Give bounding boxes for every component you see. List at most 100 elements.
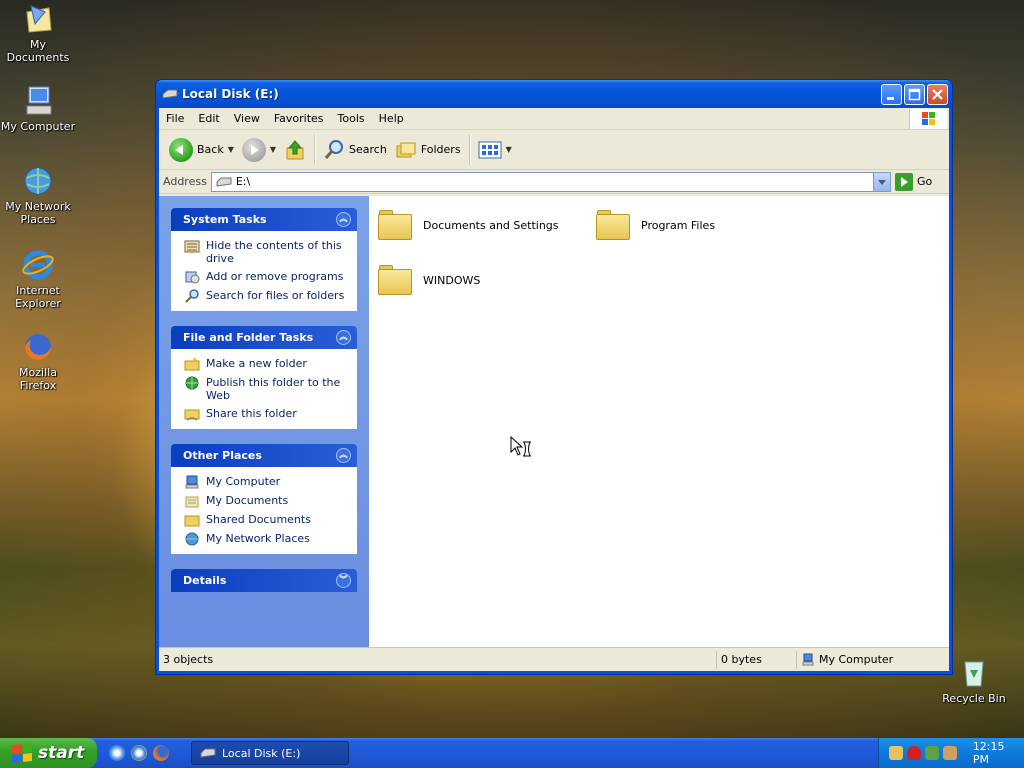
panel-header[interactable]: File and Folder Tasks ︽	[171, 326, 357, 349]
internet-explorer-icon[interactable]	[131, 745, 147, 761]
folder-icon	[377, 263, 415, 297]
collapse-icon[interactable]: ︽	[336, 212, 351, 227]
back-arrow-icon	[169, 137, 193, 162]
desktop-icon-label: My Documents	[6, 38, 70, 64]
task-label: Make a new folder	[206, 357, 307, 370]
address-input[interactable]: E:\	[210, 171, 891, 192]
my-computer-icon	[802, 653, 814, 665]
menu-file[interactable]: File	[159, 112, 191, 125]
start-label: start	[38, 743, 85, 763]
back-button[interactable]: Back ▼	[165, 135, 238, 165]
chevron-down-icon[interactable]: ▼	[506, 145, 512, 154]
task-label: Shared Documents	[206, 513, 311, 526]
folder-item[interactable]: WINDOWS	[377, 263, 480, 297]
toolbar-separator	[314, 134, 316, 165]
menu-help[interactable]: Help	[372, 112, 411, 125]
address-bar: Address E:\ Go	[159, 170, 949, 194]
task-add-remove-programs[interactable]: Add or remove programs	[184, 270, 348, 284]
status-size: 0 bytes	[717, 650, 797, 669]
chevron-down-icon[interactable]: ▼	[270, 145, 276, 154]
desktop-icon-my-computer[interactable]: My Computer	[0, 84, 76, 133]
minimize-icon	[887, 96, 894, 100]
go-button[interactable]: Go	[895, 172, 945, 191]
panel-system-tasks: System Tasks ︽ Hide the contents of this…	[171, 208, 357, 311]
task-label: My Computer	[206, 475, 281, 488]
task-share-folder[interactable]: Share this folder	[184, 407, 348, 421]
system-tray: 12:15 PM	[878, 738, 1024, 768]
menu-favorites[interactable]: Favorites	[267, 112, 331, 125]
desktop-icon-internet-explorer[interactable]: Internet Explorer	[0, 248, 76, 310]
explorer-window: Local Disk (E:) File Edit View Favorites…	[155, 79, 953, 675]
menu-edit[interactable]: Edit	[191, 112, 226, 125]
quick-launch	[109, 745, 169, 761]
file-list[interactable]: Documents and Settings Program Files WIN…	[369, 196, 949, 647]
start-button[interactable]: start	[0, 738, 97, 768]
panel-header[interactable]: System Tasks ︽	[171, 208, 357, 231]
panel-file-folder-tasks: File and Folder Tasks ︽ Make a new folde…	[171, 326, 357, 429]
minimize-button[interactable]	[881, 83, 902, 105]
collapse-icon[interactable]: ︽	[336, 448, 351, 463]
place-my-network-places[interactable]: My Network Places	[184, 532, 348, 546]
address-label: Address	[163, 175, 207, 188]
network-places-icon	[185, 532, 199, 546]
expand-icon[interactable]: ︾	[336, 573, 351, 588]
desktop-icon-network-places[interactable]: My Network Places	[0, 164, 76, 226]
task-label: Publish this folder to the Web	[206, 376, 341, 402]
search-icon	[185, 289, 199, 303]
desktop-icon-my-documents[interactable]: My Documents	[0, 2, 76, 64]
desktop-icon-firefox[interactable]: Mozilla Firefox	[0, 330, 76, 392]
collapse-icon[interactable]: ︽	[336, 330, 351, 345]
forward-button[interactable]: ▼	[238, 135, 280, 165]
folder-name: Program Files	[641, 218, 716, 232]
task-publish-web[interactable]: Publish this folder to the Web	[184, 376, 348, 402]
tray-tools-icon[interactable]	[942, 746, 957, 760]
panel-header[interactable]: Details ︾	[171, 569, 357, 592]
task-search-files[interactable]: Search for files or folders	[184, 289, 348, 303]
search-button[interactable]: Search	[319, 136, 391, 164]
folder-item[interactable]: Program Files	[595, 208, 715, 242]
add-remove-programs-icon	[185, 271, 200, 284]
menu-bar: File Edit View Favorites Tools Help	[159, 108, 949, 130]
address-value: E:\	[235, 175, 251, 188]
chevron-down-icon[interactable]: ▼	[228, 145, 234, 154]
views-button[interactable]: ▼	[474, 137, 516, 163]
security-shield-icon[interactable]	[906, 746, 921, 760]
forward-arrow-icon	[241, 137, 266, 162]
panel-header[interactable]: Other Places ︽	[171, 444, 357, 467]
maximize-button[interactable]	[904, 83, 925, 105]
task-hide-contents[interactable]: Hide the contents of this drive	[184, 239, 348, 265]
task-label: Share this folder	[206, 407, 297, 420]
address-dropdown-button[interactable]	[873, 172, 890, 191]
folders-button[interactable]: Folders	[391, 137, 465, 163]
place-my-computer[interactable]: My Computer	[184, 475, 348, 489]
status-object-count: 3 objects	[159, 650, 717, 669]
windows-flag-icon	[12, 742, 32, 764]
menu-view[interactable]: View	[227, 112, 267, 125]
firefox-icon[interactable]	[153, 745, 169, 761]
up-button[interactable]	[280, 136, 310, 164]
close-button[interactable]	[927, 83, 948, 105]
drive-icon	[200, 748, 216, 758]
menu-tools[interactable]: Tools	[331, 112, 372, 125]
taskbar-window-button[interactable]: Local Disk (E:)	[191, 741, 349, 765]
place-shared-documents[interactable]: Shared Documents	[184, 513, 348, 527]
clock: 12:15 PM	[972, 740, 1005, 766]
internet-explorer-icon	[22, 250, 54, 280]
desktop-icon-label: Internet Explorer	[15, 284, 61, 310]
panel-title: System Tasks	[183, 213, 267, 226]
status-bar: 3 objects 0 bytes My Computer	[159, 647, 949, 671]
my-documents-icon	[26, 5, 52, 33]
show-desktop-icon[interactable]	[109, 745, 125, 761]
busy-cursor-icon	[510, 436, 531, 457]
folder-item[interactable]: Documents and Settings	[377, 208, 559, 242]
desktop-icon-label: Mozilla Firefox	[19, 366, 57, 392]
tray-network-icon[interactable]	[889, 746, 903, 760]
go-label: Go	[917, 175, 933, 188]
place-my-documents[interactable]: My Documents	[184, 494, 348, 508]
panel-title: File and Folder Tasks	[183, 331, 314, 344]
folders-icon	[396, 142, 416, 157]
task-make-new-folder[interactable]: Make a new folder	[184, 357, 348, 371]
tray-update-icon[interactable]	[924, 746, 939, 760]
task-label: Search for files or folders	[206, 289, 345, 302]
title-bar[interactable]: Local Disk (E:)	[156, 80, 952, 108]
